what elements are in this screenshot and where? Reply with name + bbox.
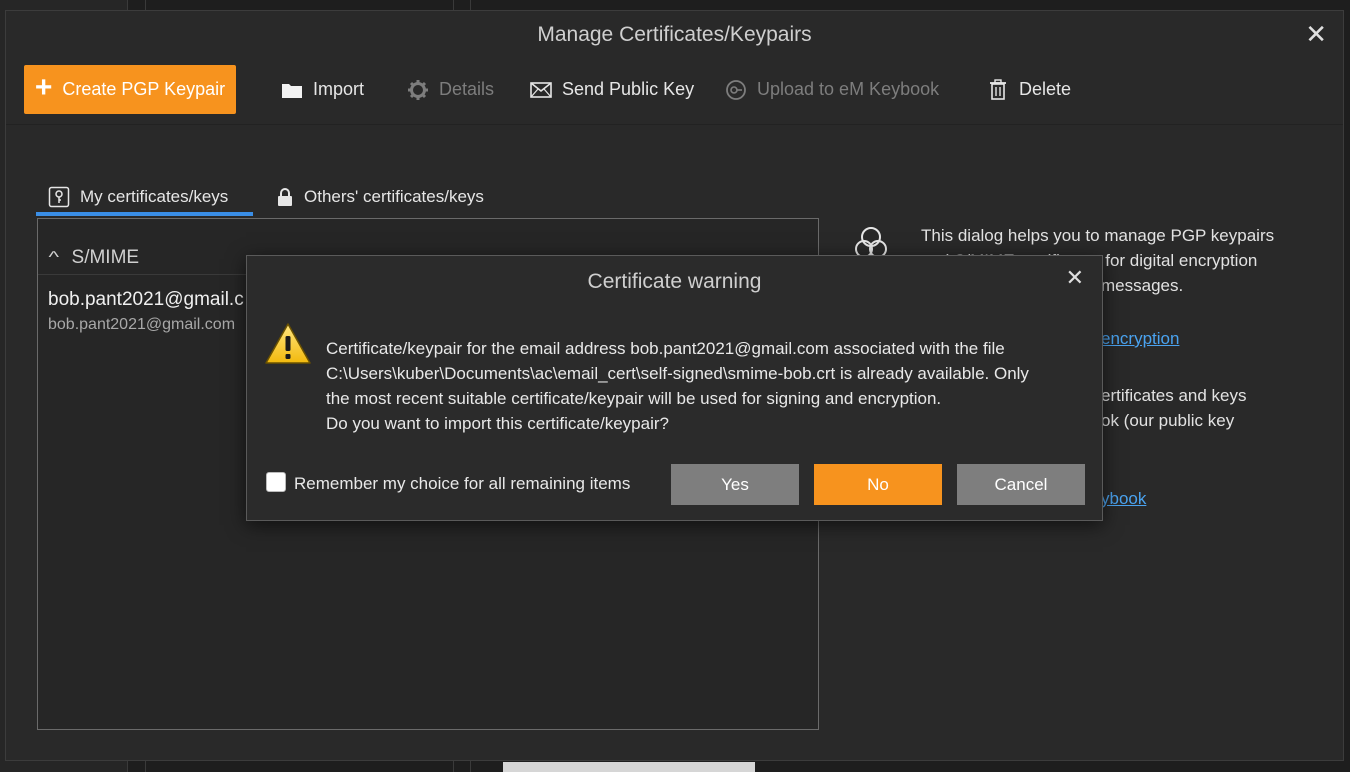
close-icon[interactable]: ✕ — [1066, 267, 1084, 289]
send-public-key-label: Send Public Key — [562, 79, 695, 99]
upload-label: Upload to eM Keybook — [757, 79, 940, 99]
dialog-title: Manage Certificates/Keypairs — [537, 23, 812, 46]
envelope-icon — [530, 81, 552, 98]
upload-to-keybook-button[interactable]: Upload to eM Keybook — [725, 65, 939, 114]
info-text-line: This dialog helps you to manage PGP keyp… — [921, 226, 1275, 245]
close-icon[interactable]: ✕ — [1305, 21, 1327, 47]
info-link-encryption[interactable]: encryption — [1101, 329, 1179, 349]
background-tab — [503, 762, 755, 772]
folder-icon — [282, 83, 302, 98]
list-item-email: bob.pant2021@gmail.com — [48, 316, 236, 333]
tab-my-certificates[interactable]: My certificates/keys — [48, 179, 228, 215]
trash-icon — [990, 78, 1006, 100]
warning-dialog-title: Certificate warning — [587, 270, 762, 293]
send-public-key-button[interactable]: Send Public Key — [530, 65, 694, 114]
warning-message-line: Certificate/keypair for the email addres… — [326, 339, 1005, 358]
yes-button[interactable]: Yes — [671, 464, 799, 505]
tab-others-certificates-label: Others' certificates/keys — [304, 187, 484, 206]
active-tab-indicator — [36, 212, 253, 216]
keybook-icon — [726, 79, 746, 100]
remember-choice-label[interactable]: Remember my choice for all remaining ite… — [294, 474, 630, 494]
list-item-name[interactable]: bob.pant2021@gmail.c — [48, 289, 244, 311]
warning-message-line: the most recent suitable certificate/key… — [326, 389, 942, 408]
details-label: Details — [439, 79, 495, 99]
delete-button[interactable]: Delete — [987, 65, 1071, 114]
certificate-warning-dialog: Certificate warning ✕ Certificate/keypai… — [246, 255, 1103, 521]
no-button[interactable]: No — [814, 464, 942, 505]
group-title: S/MIME — [71, 247, 140, 268]
create-pgp-keypair-button[interactable]: + Create PGP Keypair — [24, 65, 236, 114]
gear-icon — [408, 79, 428, 100]
info-text-line: messages. — [1101, 276, 1184, 295]
toolbar-divider — [6, 124, 1343, 125]
chevron-up-icon: ^ — [48, 249, 60, 266]
warning-icon — [265, 323, 311, 364]
remember-choice-checkbox[interactable] — [266, 472, 286, 492]
import-label: Import — [313, 79, 365, 99]
warning-question: Do you want to import this certificate/k… — [326, 414, 669, 433]
cancel-button[interactable]: Cancel — [957, 464, 1085, 505]
import-button[interactable]: Import — [281, 65, 364, 114]
warning-message-line: C:\Users\kuber\Documents\ac\email_cert\s… — [326, 364, 1029, 383]
delete-label: Delete — [1019, 79, 1072, 99]
toolbar: + Create PGP Keypair Import Details Send… — [24, 65, 1343, 115]
info-link-keybook[interactable]: ybook — [1101, 489, 1146, 509]
tab-my-certificates-label: My certificates/keys — [80, 187, 229, 206]
details-button[interactable]: Details — [407, 65, 494, 114]
lock-icon — [278, 188, 292, 206]
tab-others-certificates[interactable]: Others' certificates/keys — [276, 179, 484, 215]
info-text-line: ertificates and keys — [1101, 386, 1247, 405]
plus-icon: + — [34, 71, 53, 104]
info-text-line: ok (our public key — [1101, 411, 1235, 430]
create-label: Create PGP Keypair — [62, 79, 226, 99]
key-icon — [48, 186, 70, 208]
smime-group-header[interactable]: ^ S/MIME — [48, 247, 140, 269]
